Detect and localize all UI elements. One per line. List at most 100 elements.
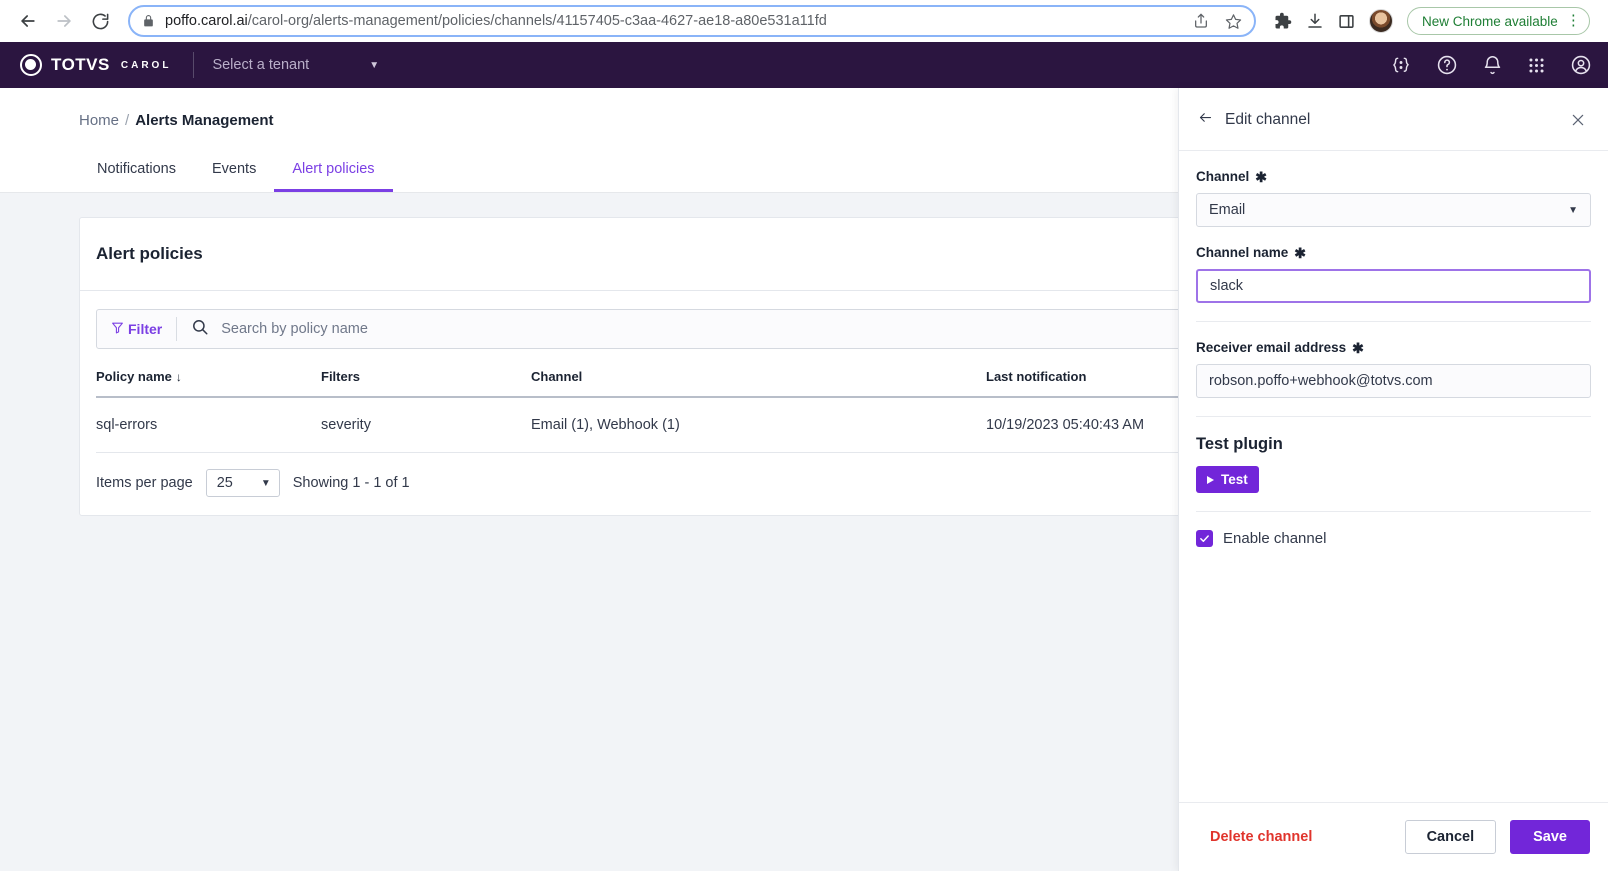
column-header-policy-name[interactable]: Policy name ↓	[96, 369, 321, 398]
chevron-down-icon: ▼	[369, 59, 380, 71]
close-icon[interactable]	[1570, 112, 1586, 128]
channel-name-field-group: Channel name ✱	[1196, 245, 1591, 303]
filter-button[interactable]: Filter	[97, 321, 176, 337]
table-header: Policy name ↓ Filters Channel Last notifi…	[96, 369, 1292, 398]
receiver-email-input[interactable]	[1196, 364, 1591, 398]
channel-name-label-row: Channel name ✱	[1196, 245, 1591, 260]
notifications-bell-icon[interactable]	[1482, 55, 1503, 76]
tab-events[interactable]: Events	[194, 151, 274, 192]
chevron-down-icon: ▼	[260, 477, 271, 489]
tab-notifications[interactable]: Notifications	[79, 151, 194, 192]
table-row[interactable]: sql-errors severity Email (1), Webhook (…	[96, 397, 1292, 453]
table-body: sql-errors severity Email (1), Webhook (…	[96, 397, 1292, 453]
search-bar: Filter	[96, 309, 1292, 349]
channel-label: Channel	[1196, 169, 1250, 184]
totvs-logo-icon	[20, 54, 42, 76]
nav-divider	[193, 52, 195, 78]
enable-channel-checkbox[interactable]	[1196, 530, 1213, 547]
star-icon[interactable]	[1225, 13, 1242, 30]
channel-field-group: Channel ✱ Email ▼	[1196, 169, 1591, 227]
column-header-filters[interactable]: Filters	[321, 369, 531, 398]
address-bar[interactable]: poffo.carol.ai/carol-org/alerts-manageme…	[128, 5, 1256, 37]
lock-icon	[142, 14, 155, 28]
url-text: poffo.carol.ai/carol-org/alerts-manageme…	[165, 13, 1183, 29]
panel-header: Edit channel	[1179, 88, 1608, 151]
side-panel-icon[interactable]	[1338, 13, 1355, 30]
url-host: poffo.carol.ai	[165, 13, 248, 29]
chevron-down-icon: ▼	[1568, 204, 1578, 216]
download-icon[interactable]	[1306, 12, 1324, 30]
test-plugin-title: Test plugin	[1196, 435, 1283, 453]
channel-name-label: Channel name	[1196, 245, 1289, 260]
browser-actions: New Chrome available ⋮	[1274, 7, 1590, 35]
topnav-icon-group	[1390, 54, 1592, 76]
pagination-bar: Items per page 25 ▼ Showing 1 - 1 of 1	[96, 453, 1292, 515]
user-account-icon[interactable]	[1570, 54, 1592, 76]
channel-select[interactable]: Email ▼	[1196, 193, 1591, 227]
panel-back-button[interactable]: Edit channel	[1197, 110, 1310, 130]
search-input[interactable]	[221, 321, 1291, 337]
apps-grid-icon[interactable]	[1527, 56, 1546, 75]
items-per-page-select[interactable]: 25 ▼	[205, 469, 280, 497]
avatar[interactable]	[1369, 9, 1393, 33]
panel-divider	[1196, 416, 1591, 417]
help-icon[interactable]	[1436, 54, 1458, 76]
forward-arrow-icon[interactable]	[48, 5, 80, 37]
brand-primary: TOTVS	[51, 55, 110, 74]
puzzle-icon[interactable]	[1274, 12, 1292, 30]
code-braces-icon[interactable]	[1390, 55, 1412, 75]
share-icon[interactable]	[1193, 13, 1209, 29]
new-chrome-available-button[interactable]: New Chrome available ⋮	[1407, 7, 1590, 35]
panel-title: Edit channel	[1225, 111, 1311, 128]
receiver-email-label-row: Receiver email address ✱	[1196, 340, 1591, 355]
items-per-page-value: 25	[216, 475, 233, 491]
cancel-button[interactable]: Cancel	[1404, 820, 1497, 854]
panel-body: Channel ✱ Email ▼ Channel name ✱ Receiv	[1179, 151, 1608, 802]
delete-channel-button[interactable]: Delete channel	[1210, 829, 1312, 845]
panel-divider	[1196, 321, 1591, 322]
card-body: Filter Policy name↓ Filters	[80, 291, 1308, 515]
page-container: Home / Alerts Management Notifications E…	[0, 88, 1608, 871]
breadcrumb-home[interactable]: Home	[79, 112, 119, 129]
page-title: Alerts Management	[135, 112, 274, 129]
cell-filters: severity	[321, 397, 531, 453]
alert-policies-card: Alert policies Filter Search by policy n…	[79, 217, 1309, 516]
cell-policy-name: sql-errors	[96, 397, 321, 453]
required-star-icon: ✱	[1294, 244, 1307, 261]
table-header-row: Policy name ↓ Filters Channel Last notifi…	[96, 369, 1292, 398]
back-arrow-icon	[1197, 110, 1214, 130]
brand-secondary: CAROL	[120, 59, 172, 71]
receiver-email-field-group: Receiver email address ✱	[1196, 340, 1591, 398]
play-icon	[1207, 475, 1214, 484]
edit-channel-panel: Edit channel Channel ✱ Email ▼ Channel n…	[1178, 88, 1608, 871]
tenant-placeholder-label: Select a tenant	[212, 57, 310, 73]
back-arrow-icon[interactable]	[12, 5, 44, 37]
test-plugin-section: Test plugin Test	[1196, 435, 1591, 493]
enable-channel-row: Enable channel	[1196, 530, 1591, 547]
tenant-selector[interactable]: Select a tenant ▼	[212, 57, 379, 73]
receiver-email-label: Receiver email address	[1196, 340, 1347, 355]
new-chrome-label: New Chrome available	[1422, 13, 1558, 29]
policies-table: Policy name ↓ Filters Channel Last notifi…	[96, 369, 1292, 453]
column-header-channel[interactable]: Channel	[531, 369, 986, 398]
channel-label-row: Channel ✱	[1196, 169, 1591, 184]
test-button[interactable]: Test	[1196, 466, 1259, 493]
filter-funnel-icon	[111, 321, 124, 337]
browser-toolbar: poffo.carol.ai/carol-org/alerts-manageme…	[0, 0, 1608, 42]
reload-icon[interactable]	[84, 5, 116, 37]
url-path: /carol-org/alerts-management/policies/ch…	[247, 13, 827, 29]
card-title: Alert policies	[80, 218, 1308, 291]
tab-alert-policies[interactable]: Alert policies	[274, 151, 393, 192]
search-input-wrap	[177, 318, 1291, 341]
breadcrumb-separator: /	[125, 112, 130, 129]
search-icon	[191, 318, 209, 341]
items-per-page-label: Items per page	[96, 475, 193, 491]
showing-range-label: Showing 1 - 1 of 1	[292, 475, 410, 491]
test-button-label: Test	[1221, 472, 1248, 487]
totvs-carol-logo[interactable]: TOTVS CAROL	[20, 54, 171, 76]
enable-channel-label: Enable channel	[1223, 530, 1327, 547]
save-button[interactable]: Save	[1510, 820, 1590, 854]
channel-name-input[interactable]	[1196, 269, 1591, 303]
kebab-menu-icon[interactable]: ⋮	[1566, 13, 1581, 28]
required-star-icon: ✱	[1255, 168, 1267, 185]
